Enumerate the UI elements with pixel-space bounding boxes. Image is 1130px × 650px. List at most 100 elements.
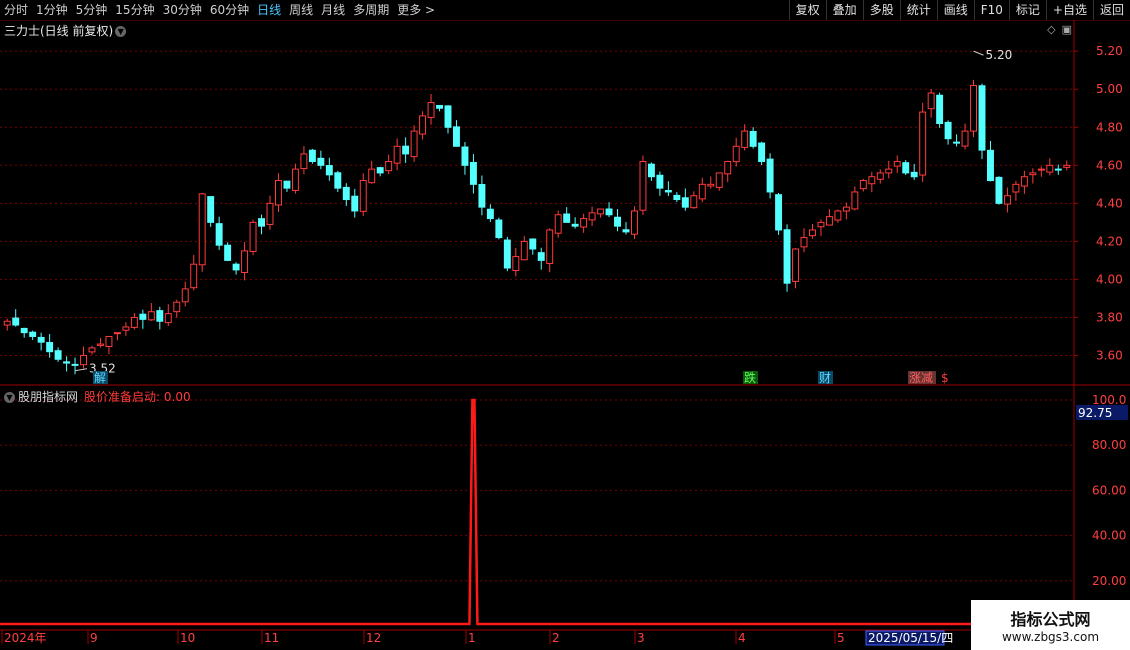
candle-body xyxy=(258,218,265,227)
candle-body xyxy=(503,239,511,269)
high-marker-line xyxy=(973,50,984,56)
candle-body xyxy=(241,250,249,273)
candle-body xyxy=(351,195,359,212)
chevron-down-icon[interactable]: ▼ xyxy=(4,392,15,403)
candle-body xyxy=(469,161,477,185)
candle-body xyxy=(732,145,740,163)
candle-body xyxy=(207,196,215,223)
date-axis-label: 3 xyxy=(637,631,645,645)
candle-body xyxy=(334,172,342,189)
candle-body xyxy=(783,229,791,284)
date-axis-label: 2 xyxy=(552,631,560,645)
candle-body xyxy=(368,168,376,184)
candle-body xyxy=(588,212,596,221)
date-axis-label: 11 xyxy=(264,631,279,645)
candle-body xyxy=(393,145,401,164)
candle-body xyxy=(698,183,706,200)
indicator-title[interactable]: ▼ 股朋指标网 股价准备启动: 0.00 xyxy=(4,388,191,405)
candle-body xyxy=(597,208,605,215)
indicator-axis-label: 80.00 xyxy=(1092,438,1126,452)
candle-body xyxy=(554,214,562,234)
candle-body xyxy=(571,223,579,227)
candle-body xyxy=(792,248,799,282)
candle-body xyxy=(325,165,333,176)
price-axis-label: 3.60 xyxy=(1096,348,1123,362)
date-axis-label: 4 xyxy=(738,631,746,645)
candle-body xyxy=(342,186,350,201)
candle-body xyxy=(80,354,87,366)
candle-body xyxy=(275,180,282,206)
candle-body xyxy=(308,149,316,163)
indicator-formula-value: 股价准备启动: 0.00 xyxy=(84,390,191,404)
candle-body xyxy=(520,240,528,261)
candle-body xyxy=(1054,168,1062,171)
watermark-title: 指标公式网 xyxy=(1010,610,1091,629)
candle-body xyxy=(3,320,11,326)
candle-body xyxy=(190,263,198,289)
candle-body xyxy=(961,130,969,147)
candle-body xyxy=(402,145,410,155)
candle-body xyxy=(910,171,918,178)
candle-body xyxy=(529,238,537,250)
date-axis-label: 12 xyxy=(366,631,381,645)
candle-body xyxy=(622,229,630,233)
candle-body xyxy=(749,131,757,147)
candle-body xyxy=(156,310,164,322)
candle-body xyxy=(580,218,588,228)
candle-body xyxy=(936,94,944,124)
candle-body xyxy=(919,111,927,176)
event-marker: 跌 xyxy=(744,370,756,385)
candle-body xyxy=(105,335,113,348)
candle-body xyxy=(809,229,816,237)
candle-body xyxy=(885,168,893,174)
date-axis-label: 2024年 xyxy=(4,631,47,645)
candle-body xyxy=(876,172,884,180)
price-axis-label: 4.40 xyxy=(1096,196,1123,210)
candle-body xyxy=(1063,164,1071,168)
candle-body xyxy=(766,158,774,193)
candle-body xyxy=(173,301,181,313)
candle-body xyxy=(249,221,257,252)
date-axis-label: 1 xyxy=(468,631,476,645)
candle-body xyxy=(478,184,486,208)
candle-body xyxy=(436,104,443,109)
candle-body xyxy=(1012,183,1020,193)
candle-body xyxy=(902,162,910,174)
candle-body xyxy=(546,229,554,265)
candle-body xyxy=(139,313,147,320)
candle-body xyxy=(376,167,384,174)
candle-body xyxy=(410,130,418,158)
candle-body xyxy=(512,256,520,272)
candle-body xyxy=(46,342,54,353)
indicator-line xyxy=(0,398,1074,626)
candle-body xyxy=(29,331,37,337)
candle-body xyxy=(266,202,274,225)
candle-body xyxy=(164,313,172,324)
candle-body xyxy=(927,92,935,110)
candle-body xyxy=(970,84,977,132)
candle-body xyxy=(97,343,104,346)
candle-body xyxy=(1020,176,1028,187)
candle-body xyxy=(385,161,393,172)
indicator-current-value: 92.75 xyxy=(1078,406,1112,420)
candle-body xyxy=(953,141,961,144)
candle-body xyxy=(1037,168,1045,171)
price-axis-label: 4.80 xyxy=(1096,120,1123,134)
candle-body xyxy=(147,311,155,321)
candle-body xyxy=(486,208,494,220)
candle-body xyxy=(1003,195,1011,205)
watermark-url: www.zbgs3.com xyxy=(1001,630,1100,644)
candle-body xyxy=(825,216,833,226)
candle-body xyxy=(12,317,20,326)
event-marker: $ xyxy=(941,371,949,385)
candle-body xyxy=(291,168,299,191)
candle-body xyxy=(300,153,308,170)
price-axis-label: 3.80 xyxy=(1096,310,1123,324)
candle-body xyxy=(198,193,206,266)
candle-body xyxy=(453,126,460,147)
candle-body xyxy=(427,102,435,118)
candle-body xyxy=(859,180,867,190)
indicator-axis-label: 60.00 xyxy=(1092,483,1126,497)
price-axis-label: 5.00 xyxy=(1096,82,1123,96)
kline-chart[interactable]: 5.20 5.00 4.80 4.60 4.40 4.20 4.00 3.80 3.60 5.20… xyxy=(0,0,1130,650)
